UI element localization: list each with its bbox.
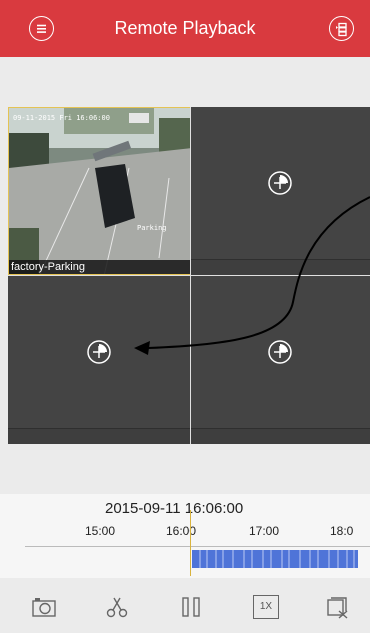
tick-label: 17:00 [249,524,280,538]
page-title: Remote Playback [114,18,256,38]
pause-icon[interactable] [178,595,204,619]
playlist-icon [336,22,347,37]
camera-icon[interactable] [31,595,57,619]
playlist-button[interactable] [329,16,354,41]
timeline-cursor[interactable] [190,510,191,576]
top-bar: Remote Playback [0,0,370,57]
tick-label: 18:0 [330,524,354,538]
playback-toolbar: 1X [0,578,370,633]
close-all-icon[interactable] [325,595,351,619]
speed-icon[interactable]: 1X [253,595,279,619]
current-time-label: 2015-09-11 16:06:00 [105,500,244,517]
scissors-icon[interactable] [104,595,130,619]
recording-segments-bar[interactable] [192,550,358,568]
timeline-axis [25,546,370,547]
drag-arrow-icon [134,196,370,355]
tick-label: 16:00 [166,524,197,538]
playback-grid: 09-11-2015 Fri 16:06:00 Parking factory-… [8,107,370,444]
timeline-panel[interactable]: 2015-09-11 16:06:00 15:00 16:00 17:00 18… [0,494,370,578]
tick-label: 15:00 [85,524,116,538]
